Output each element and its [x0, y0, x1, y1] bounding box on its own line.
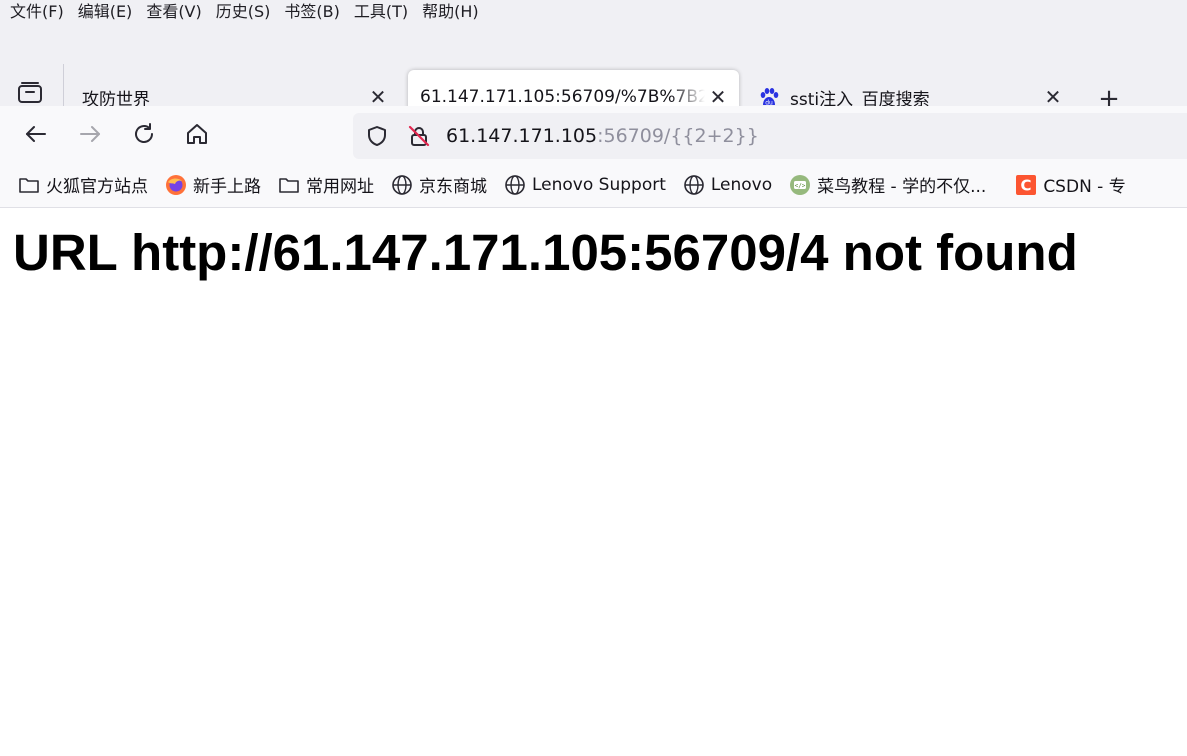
menu-tools[interactable]: 工具(T): [347, 0, 415, 24]
reload-icon: [135, 123, 153, 143]
bookmark-label: Lenovo: [710, 174, 773, 195]
address-bar[interactable]: 61.147.171.105:56709/{{2+2}}: [353, 113, 1187, 159]
bookmark-common-sites[interactable]: 常用网址: [278, 172, 374, 197]
globe-icon: [684, 174, 704, 195]
svg-text:</>: </>: [795, 182, 806, 189]
menu-bookmarks[interactable]: 书签(B): [277, 0, 346, 24]
bookmark-label: 火狐官方站点: [46, 177, 148, 197]
url-text[interactable]: 61.147.171.105:56709/{{2+2}}: [446, 113, 759, 159]
page-title: URL http://61.147.171.105:56709/4 not fo…: [13, 224, 1078, 281]
tab-bar: 攻防世界 ✕ 61.147.171.105:56709/%7B%7B2%2B2%…: [0, 24, 1187, 129]
tab-overview-icon: [18, 82, 42, 103]
menu-edit[interactable]: 编辑(E): [71, 0, 140, 24]
url-path: :56709/{{2+2}}: [597, 125, 759, 147]
bookmark-label: Lenovo Support: [532, 174, 666, 195]
bookmark-lenovo-support[interactable]: Lenovo Support: [504, 174, 666, 196]
globe-icon: [392, 174, 412, 195]
insecure-lock-icon: [408, 125, 430, 147]
back-button[interactable]: [22, 120, 50, 148]
tracking-protection-button[interactable]: [365, 124, 389, 148]
baidu-paw-icon: du: [760, 88, 779, 107]
csdn-icon: C: [1016, 174, 1037, 195]
page-content: URL http://61.147.171.105:56709/4 not fo…: [0, 209, 1187, 756]
bookmark-label: CSDN - 专: [1043, 177, 1126, 197]
folder-icon: [19, 177, 39, 193]
arrow-right-icon: [80, 126, 100, 142]
bookmark-csdn[interactable]: C CSDN - 专: [1015, 172, 1126, 197]
bookmark-label: 常用网址: [306, 177, 374, 197]
menu-history[interactable]: 历史(S): [209, 0, 278, 24]
tab-title: 61.147.171.105:56709/%7B%7B2%2B2%7D%7D: [420, 87, 705, 107]
home-icon: [187, 124, 207, 144]
menu-view[interactable]: 查看(V): [139, 0, 208, 24]
shield-icon: [368, 126, 386, 146]
globe-icon: [505, 174, 525, 195]
navigation-toolbar: 61.147.171.105:56709/{{2+2}}: [0, 106, 1187, 162]
forward-button[interactable]: [76, 120, 104, 148]
menu-bar: 文件(F) 编辑(E) 查看(V) 历史(S) 书签(B) 工具(T) 帮助(H…: [0, 0, 1187, 24]
arrow-left-icon: [26, 126, 46, 142]
bookmarks-toolbar: 火狐官方站点 新手上路 常用网址 京东商城 Lenovo Support Len…: [0, 162, 1187, 208]
reload-button[interactable]: [130, 120, 158, 148]
runoob-icon: </>: [790, 174, 811, 195]
bookmark-getting-started[interactable]: 新手上路: [165, 172, 261, 197]
url-host: 61.147.171.105: [446, 125, 598, 147]
bookmark-jd[interactable]: 京东商城: [391, 172, 487, 197]
menu-help[interactable]: 帮助(H): [415, 0, 486, 24]
svg-text:C: C: [1021, 176, 1032, 194]
connection-security-button[interactable]: [407, 124, 431, 148]
folder-icon: [279, 177, 299, 193]
home-button[interactable]: [183, 120, 211, 148]
menu-file[interactable]: 文件(F): [3, 0, 71, 24]
bookmark-label: 新手上路: [193, 177, 261, 197]
bookmark-firefox-official[interactable]: 火狐官方站点: [18, 172, 148, 197]
bookmark-label: 菜鸟教程 - 学的不仅...: [817, 177, 987, 197]
bookmark-lenovo[interactable]: Lenovo: [683, 174, 772, 196]
bookmark-label: 京东商城: [419, 177, 487, 197]
firefox-icon: [166, 174, 186, 195]
bookmark-runoob[interactable]: </> 菜鸟教程 - 学的不仅...: [789, 172, 986, 197]
